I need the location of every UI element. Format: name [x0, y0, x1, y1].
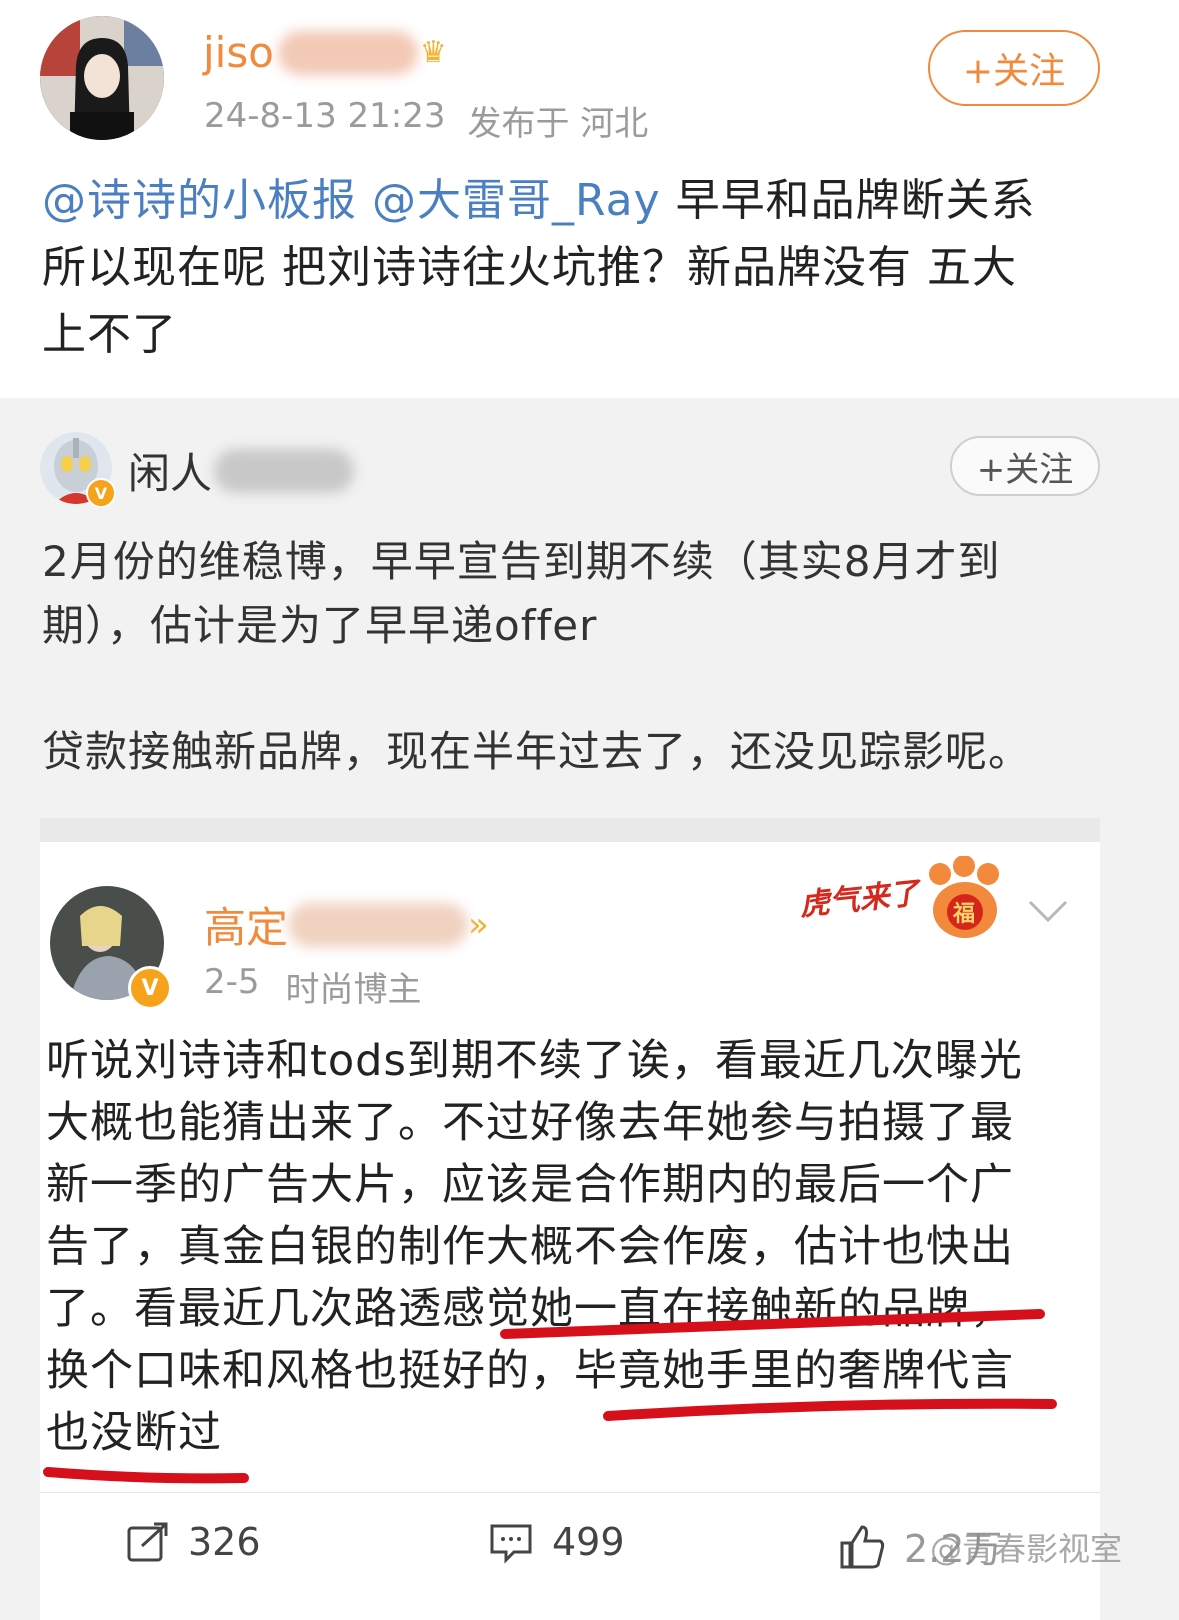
- comment-action[interactable]: 499: [488, 1520, 625, 1564]
- underline-1: [500, 1309, 1045, 1339]
- repost-count: 326: [188, 1520, 261, 1564]
- underline-3: [43, 1467, 249, 1484]
- comment-icon: [490, 1524, 532, 1564]
- watermark: @青春影视室: [930, 1530, 1123, 1568]
- comment-count: 499: [552, 1520, 625, 1564]
- repost-action[interactable]: 326: [126, 1520, 261, 1564]
- thumbs-up-icon: [840, 1524, 885, 1568]
- red-underline-marks: [43, 1309, 1057, 1484]
- divider: [40, 1492, 1100, 1493]
- underline-2: [603, 1398, 1057, 1421]
- share-icon: [127, 1522, 168, 1562]
